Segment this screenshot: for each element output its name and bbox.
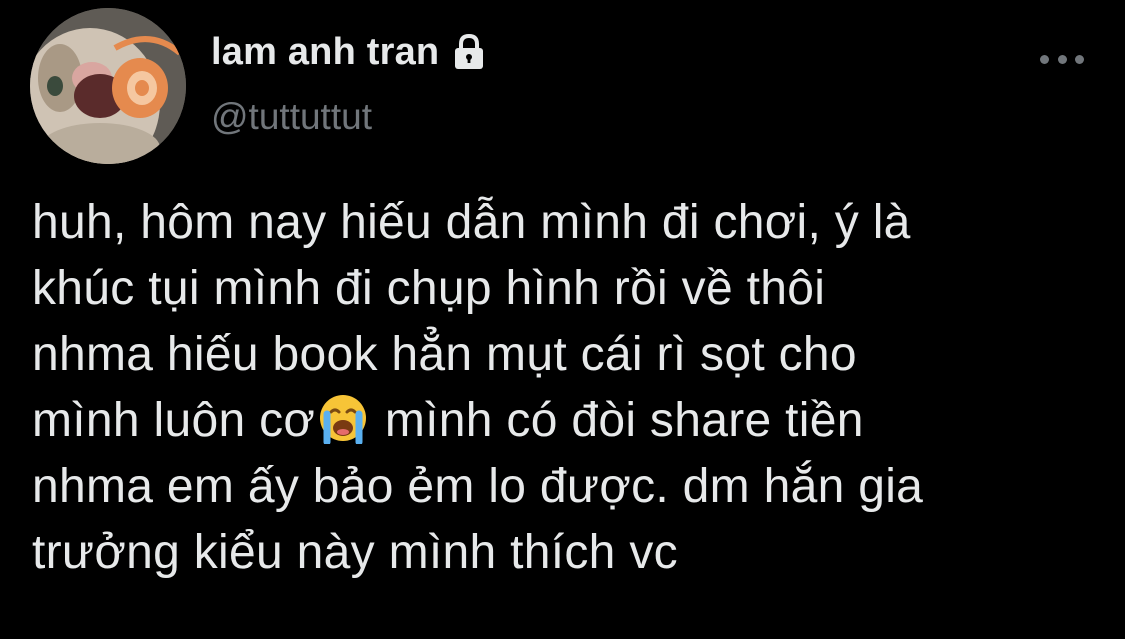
loudly-crying-face-icon: [317, 392, 369, 444]
tweet-text-line: mình luôn cơ mình có đòi share tiền: [32, 388, 1112, 454]
tweet-text: huh, hôm nay hiếu dẫn mình đi chơi, ý là…: [32, 190, 1112, 586]
more-horizontal-icon: [1040, 54, 1049, 64]
more-dot: [1057, 54, 1067, 64]
tweet-text-segment: mình có đòi share tiền: [371, 394, 864, 447]
tweet-text-line: khúc tụi mình đi chụp hình rồi về thôi: [32, 262, 826, 315]
tweet-text-line: trưởng kiểu này mình thích vc: [32, 526, 678, 579]
author-display-name[interactable]: lam anh tran: [211, 31, 439, 74]
more-dot: [1075, 54, 1084, 64]
tweet-text-line: huh, hôm nay hiếu dẫn mình đi chơi, ý là: [32, 196, 911, 249]
author-handle[interactable]: @tuttuttut: [211, 96, 372, 138]
more-options-button[interactable]: [1040, 48, 1084, 70]
tweet-text-segment: mình luôn cơ: [32, 394, 316, 447]
author-name-row: lam anh tran: [211, 30, 489, 74]
tweet-text-line: nhma em ấy bảo ẻm lo được. dm hắn gia: [32, 460, 924, 513]
cat-avatar-icon: [30, 8, 186, 164]
lock-icon: [449, 32, 489, 72]
avatar[interactable]: [30, 8, 186, 164]
tweet-text-line: nhma hiếu book hẳn mụt cái rì sọt cho: [32, 328, 857, 381]
